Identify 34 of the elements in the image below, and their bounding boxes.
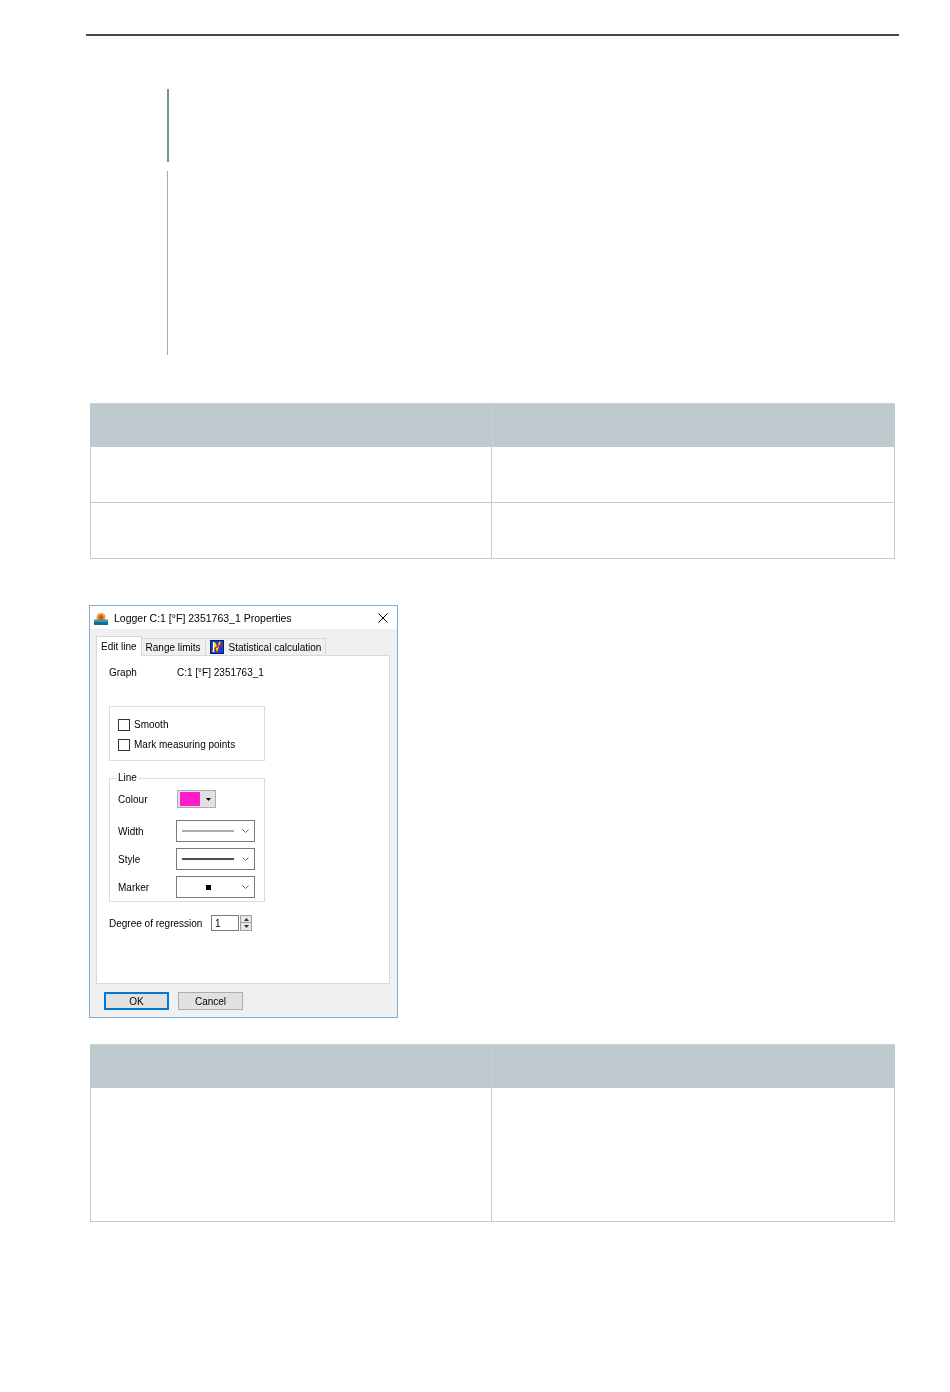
spin-up-button[interactable] xyxy=(240,915,252,923)
spin-down-button[interactable] xyxy=(240,923,252,931)
field-label: Graph xyxy=(109,666,138,678)
window-title: Logger C:1 [°F] 2351763_1 Properties xyxy=(114,611,292,624)
chevron-down-icon xyxy=(242,885,249,889)
group-title: Line xyxy=(117,772,138,784)
chevron-down-icon xyxy=(242,857,249,861)
tab[interactable]: Edit line xyxy=(96,636,142,656)
caret-icon xyxy=(206,797,211,801)
checkbox[interactable] xyxy=(118,738,130,751)
field-label: Marker xyxy=(118,881,151,893)
square-marker-icon xyxy=(205,884,211,890)
checkbox-label[interactable]: Mark measuring points xyxy=(134,739,236,750)
number-input[interactable]: 1 xyxy=(211,915,239,931)
sun-landscape-icon xyxy=(94,610,108,625)
field-label: Colour xyxy=(118,793,149,805)
tab[interactable]: Statistical calculation xyxy=(204,638,327,655)
field-label: Style xyxy=(118,853,142,865)
dialog-button[interactable]: OK xyxy=(104,992,169,1010)
dialog-button[interactable]: Cancel xyxy=(178,992,243,1010)
color-picker-button[interactable] xyxy=(177,790,216,808)
chevron-down-icon xyxy=(242,829,249,833)
close-icon[interactable] xyxy=(378,612,388,623)
field-label: Degree of regression xyxy=(109,917,204,929)
tab[interactable]: Range limits xyxy=(140,638,206,655)
checkbox-label[interactable]: Smooth xyxy=(134,719,169,730)
checkbox[interactable] xyxy=(118,718,130,731)
line-style-dropdown[interactable] xyxy=(176,848,255,870)
marker-dropdown[interactable] xyxy=(176,876,255,898)
up-triangle-icon xyxy=(243,917,249,921)
field-label: Width xyxy=(118,825,145,837)
line-width-dropdown[interactable] xyxy=(176,820,255,842)
graph-name: C:1 [°F] 2351763_1 xyxy=(177,666,264,678)
down-triangle-icon xyxy=(243,925,249,928)
